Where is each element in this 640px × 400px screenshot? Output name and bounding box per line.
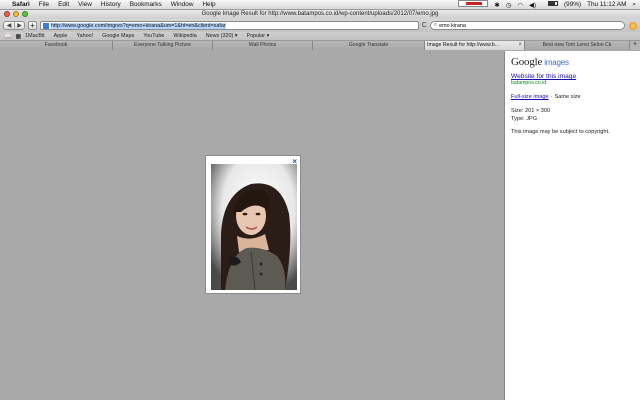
size-links: Full-size image - Same size (511, 94, 634, 100)
bluetooth-icon[interactable]: ✱ (494, 1, 499, 9)
menu-file[interactable]: File (39, 1, 49, 8)
downloads-icon[interactable] (629, 21, 637, 30)
bookmark-news-folder[interactable]: News (320) ▾ (206, 33, 238, 39)
google-logo-text: Google (511, 56, 543, 68)
preview-photo[interactable] (211, 164, 297, 290)
tab-label: Google Translate (348, 42, 389, 48)
menu-edit[interactable]: Edit (58, 1, 69, 8)
tab-google-translate[interactable]: Google Translate (313, 41, 425, 50)
search-icon: ⌕ (433, 22, 438, 28)
reload-icon[interactable]: C (422, 22, 427, 29)
search-field[interactable]: ⌕ (429, 21, 626, 30)
type-row: Type: JPG (511, 116, 634, 122)
window-titlebar: Google Image Result for http://www.batam… (0, 10, 640, 19)
search-input[interactable] (439, 22, 600, 29)
back-button[interactable]: ◀ (4, 22, 14, 29)
bookmarks-bar: 📖 ▦ 1MacBit Apple Yahoo! Google Maps You… (0, 32, 640, 41)
menu-bookmarks[interactable]: Bookmarks (130, 1, 162, 8)
menubar-status: ✱ ◷ ◠ ◀) (99%) Thu 11:12 AM ⌕ (446, 0, 640, 9)
window-controls (4, 11, 31, 17)
spotlight-icon[interactable]: ⌕ (632, 1, 636, 9)
wifi-icon[interactable]: ◠ (517, 1, 523, 9)
favicon-icon (42, 22, 49, 29)
activity-meter-icon[interactable] (452, 0, 489, 9)
portrait-image (211, 164, 297, 290)
close-tab-icon[interactable]: × (518, 41, 522, 49)
tab-label: Wall Photos (248, 42, 277, 48)
same-size-text: Same size (554, 94, 581, 100)
close-window-button[interactable] (4, 11, 10, 17)
time-machine-icon[interactable]: ◷ (506, 1, 512, 9)
bookmark-apple[interactable]: Apple (54, 33, 68, 39)
source-domain: batampos.co.id (511, 80, 547, 86)
website-link[interactable]: Website for this image (511, 73, 634, 80)
battery-percent: (99%) (564, 1, 582, 8)
add-bookmark-button[interactable]: + (28, 21, 37, 30)
tab-label: Everyone Talking Picture (134, 42, 191, 48)
window-title: Google Image Result for http://www.batam… (201, 11, 439, 17)
type-value: JPG (526, 116, 538, 122)
size-value: 201 × 300 (525, 108, 551, 114)
new-tab-button[interactable]: + (630, 41, 640, 50)
tab-label: Image Result for http://www.b... (427, 42, 500, 48)
battery-icon[interactable] (542, 1, 559, 8)
tab-best-new[interactable]: Best new Tom Lensi Selon Ck (525, 41, 630, 50)
menubar-clock[interactable]: Thu 11:12 AM (587, 1, 626, 8)
size-row: Size: 201 × 300 (511, 108, 634, 114)
minimize-window-button[interactable] (13, 11, 19, 17)
google-images-logo[interactable]: Google images (511, 56, 634, 68)
type-label: Type: (511, 116, 525, 122)
tab-wall-photos[interactable]: Wall Photos (213, 41, 313, 50)
page-content: × Google images Website for this image b… (0, 51, 640, 400)
top-sites-icon[interactable]: ▦ (15, 33, 21, 40)
bookmark-yahoo[interactable]: Yahoo! (76, 33, 93, 39)
tab-label: Facebook (44, 42, 68, 48)
bookmark-popular-folder[interactable]: Popular ▾ (247, 33, 270, 39)
tab-bar: Facebook Everyone Talking Picture Wall P… (0, 41, 640, 50)
separator: - (550, 94, 553, 100)
menu-safari[interactable]: Safari (12, 1, 30, 8)
tab-label: Best new Tom Lensi Selon Ck (542, 42, 612, 48)
image-preview: × (205, 155, 301, 294)
copyright-note: This image may be subject to copyright. (511, 129, 610, 135)
forward-button[interactable]: ▶ (14, 22, 24, 29)
bookmark-wikipedia[interactable]: Wikipedia (173, 33, 196, 39)
full-size-link[interactable]: Full-size image (511, 94, 549, 100)
bookmark-google-maps[interactable]: Google Maps (102, 33, 134, 39)
bookmark-youtube[interactable]: YouTube (143, 33, 164, 39)
browser-toolbar: ◀ ▶ + http://www.google.com/imgres?q=emo… (0, 19, 640, 32)
show-all-bookmarks-icon[interactable]: 📖 (4, 33, 11, 40)
image-info-panel: Google images Website for this image bata… (504, 51, 640, 400)
size-label: Size: (511, 108, 524, 114)
menu-window[interactable]: Window (171, 1, 194, 8)
tab-everyone-talking[interactable]: Everyone Talking Picture (113, 41, 213, 50)
images-logo-text: images (544, 58, 569, 67)
url-selected-text[interactable]: http://www.google.com/imgres?q=emo+kiran… (50, 22, 226, 29)
tab-image-result[interactable]: × Image Result for http://www.b... (425, 41, 525, 50)
menubar: Safari File Edit View History Bookmarks … (0, 0, 640, 10)
bookmark-1macbit[interactable]: 1MacBit (25, 33, 44, 39)
menu-help[interactable]: Help (202, 1, 215, 8)
tab-facebook[interactable]: Facebook (0, 41, 113, 50)
volume-icon[interactable]: ◀) (529, 1, 536, 9)
address-bar[interactable]: http://www.google.com/imgres?q=emo+kiran… (39, 21, 419, 30)
zoom-window-button[interactable] (22, 11, 28, 17)
menu-history[interactable]: History (101, 1, 121, 8)
nav-buttons: ◀ ▶ (3, 21, 25, 30)
menu-view[interactable]: View (78, 1, 92, 8)
